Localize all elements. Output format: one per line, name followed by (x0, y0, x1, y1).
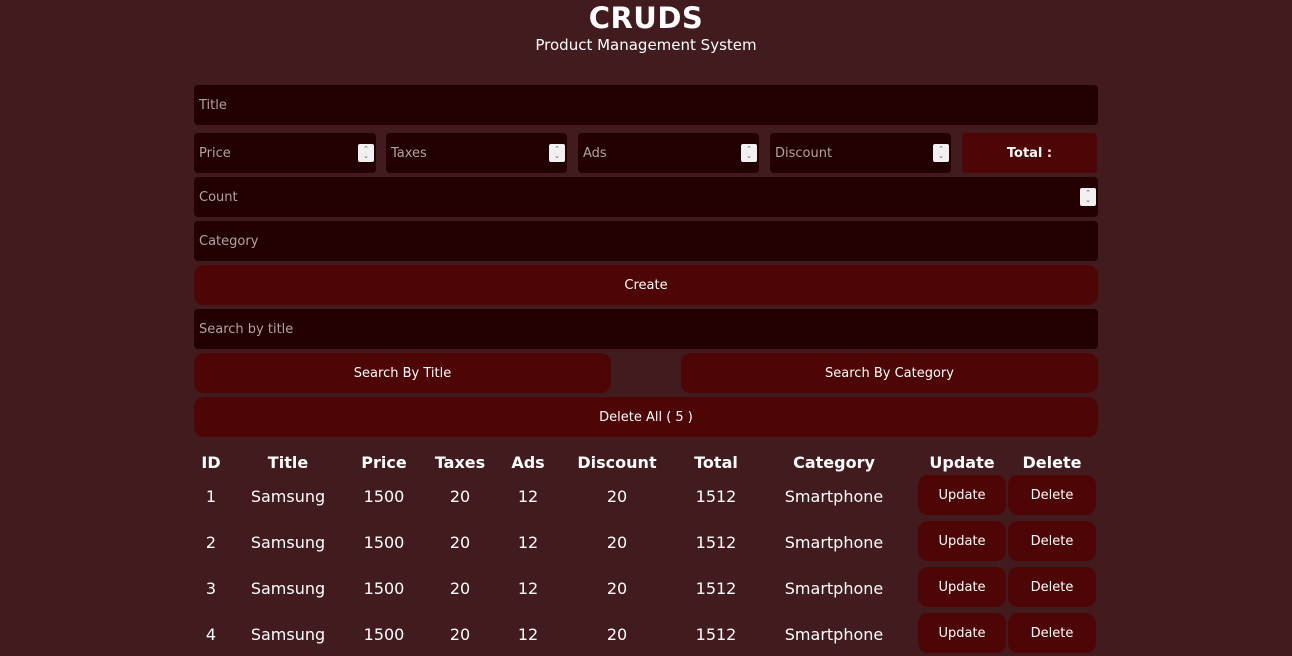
discount-spinner-icon[interactable]: ⌃ ⌄ (933, 144, 949, 162)
create-button[interactable]: Create (194, 265, 1098, 305)
update-button-label: Update (938, 625, 986, 641)
count-spinner-icon[interactable]: ⌃ ⌄ (1080, 188, 1096, 206)
cell-taxes: 20 (449, 487, 471, 506)
delete-button[interactable]: Delete (1008, 521, 1096, 561)
column-header-title: Title (267, 453, 309, 472)
search-input-placeholder: Search by title (199, 321, 294, 337)
column-header-delete: Delete (1022, 453, 1082, 472)
update-button[interactable]: Update (918, 521, 1006, 561)
search-input[interactable]: Search by title (194, 309, 1098, 349)
discount-input[interactable]: Discount ⌃ ⌄ (770, 133, 951, 173)
page-subtitle: Product Management System (535, 36, 757, 54)
update-button[interactable]: Update (918, 613, 1006, 653)
cell-price: 1500 (363, 625, 405, 644)
column-header-ads: Ads (511, 453, 545, 472)
cell-category: Smartphone (784, 533, 884, 552)
ads-spinner-icon[interactable]: ⌃ ⌄ (741, 144, 757, 162)
search-by-category-button[interactable]: Search By Category (681, 353, 1098, 393)
count-input[interactable]: Count ⌃ ⌄ (194, 177, 1098, 217)
delete-button[interactable]: Delete (1008, 475, 1096, 515)
cell-category: Smartphone (784, 579, 884, 598)
cell-total: 1512 (695, 533, 737, 552)
title-input-placeholder: Title (199, 97, 227, 113)
cell-ads: 12 (517, 625, 539, 644)
delete-button-label: Delete (1030, 533, 1074, 549)
page-title: CRUDS (588, 1, 704, 35)
cell-ads: 12 (517, 579, 539, 598)
cell-discount: 20 (606, 533, 628, 552)
cell-discount: 20 (606, 487, 628, 506)
column-header-price: Price (361, 453, 407, 472)
update-button-label: Update (938, 579, 986, 595)
cell-discount: 20 (606, 625, 628, 644)
price-spinner-icon[interactable]: ⌃ ⌄ (358, 144, 374, 162)
column-header-category: Category (793, 453, 875, 472)
delete-button[interactable]: Delete (1008, 613, 1096, 653)
taxes-input[interactable]: Taxes ⌃ ⌄ (386, 133, 567, 173)
delete-button-label: Delete (1030, 487, 1074, 503)
column-header-discount: Discount (577, 453, 657, 472)
cell-discount: 20 (606, 579, 628, 598)
cell-price: 1500 (363, 533, 405, 552)
price-input-placeholder: Price (199, 145, 231, 161)
cell-id: 4 (205, 625, 217, 644)
cell-taxes: 20 (449, 579, 471, 598)
total-display: Total : (962, 133, 1097, 173)
ads-input[interactable]: Ads ⌃ ⌄ (578, 133, 759, 173)
cell-category: Smartphone (784, 625, 884, 644)
discount-input-placeholder: Discount (775, 145, 833, 161)
ads-input-placeholder: Ads (583, 145, 607, 161)
count-input-placeholder: Count (199, 189, 238, 205)
update-button-label: Update (938, 487, 986, 503)
cell-price: 1500 (363, 579, 405, 598)
column-header-id: ID (201, 453, 221, 472)
cell-ads: 12 (517, 487, 539, 506)
total-label: Total : (1006, 145, 1053, 161)
create-button-label: Create (624, 277, 668, 293)
price-input[interactable]: Price ⌃ ⌄ (194, 133, 376, 173)
delete-button-label: Delete (1030, 579, 1074, 595)
taxes-input-placeholder: Taxes (391, 145, 427, 161)
category-input[interactable]: Category (194, 221, 1098, 261)
cell-title: Samsung (250, 487, 326, 506)
cell-taxes: 20 (449, 625, 471, 644)
cell-title: Samsung (250, 579, 326, 598)
category-input-placeholder: Category (199, 233, 259, 249)
delete-all-label: Delete All ( 5 ) (599, 409, 693, 425)
cell-id: 3 (205, 579, 217, 598)
cell-title: Samsung (250, 625, 326, 644)
search-by-title-button[interactable]: Search By Title (194, 353, 611, 393)
delete-all-button[interactable]: Delete All ( 5 ) (194, 397, 1098, 437)
cell-taxes: 20 (449, 533, 471, 552)
update-button[interactable]: Update (918, 475, 1006, 515)
column-header-total: Total (694, 453, 738, 472)
cell-total: 1512 (695, 487, 737, 506)
search-by-title-label: Search By Title (353, 365, 452, 381)
column-header-update: Update (929, 453, 995, 472)
update-button[interactable]: Update (918, 567, 1006, 607)
search-by-category-label: Search By Category (825, 365, 954, 381)
delete-button[interactable]: Delete (1008, 567, 1096, 607)
cell-price: 1500 (363, 487, 405, 506)
delete-button-label: Delete (1030, 625, 1074, 641)
title-input[interactable]: Title (194, 85, 1098, 125)
cell-title: Samsung (250, 533, 326, 552)
cell-total: 1512 (695, 625, 737, 644)
cell-id: 1 (205, 487, 217, 506)
column-header-taxes: Taxes (434, 453, 486, 472)
cell-ads: 12 (517, 533, 539, 552)
cell-total: 1512 (695, 579, 737, 598)
update-button-label: Update (938, 533, 986, 549)
taxes-spinner-icon[interactable]: ⌃ ⌄ (549, 144, 565, 162)
cell-id: 2 (205, 533, 217, 552)
cell-category: Smartphone (784, 487, 884, 506)
